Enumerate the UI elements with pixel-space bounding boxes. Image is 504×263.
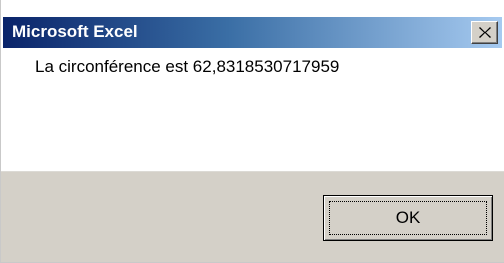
- ok-button[interactable]: OK: [323, 195, 493, 241]
- close-button[interactable]: [471, 21, 498, 44]
- ok-button-label: OK: [395, 208, 421, 227]
- window-title: Microsoft Excel: [12, 22, 138, 41]
- button-bar: OK: [1, 171, 504, 262]
- close-icon: [479, 27, 491, 38]
- message-box-dialog: Microsoft Excel La circonférence est 62,…: [0, 0, 504, 263]
- message-text: La circonférence est 62,8318530717959: [35, 57, 340, 76]
- title-bar[interactable]: Microsoft Excel: [3, 17, 502, 48]
